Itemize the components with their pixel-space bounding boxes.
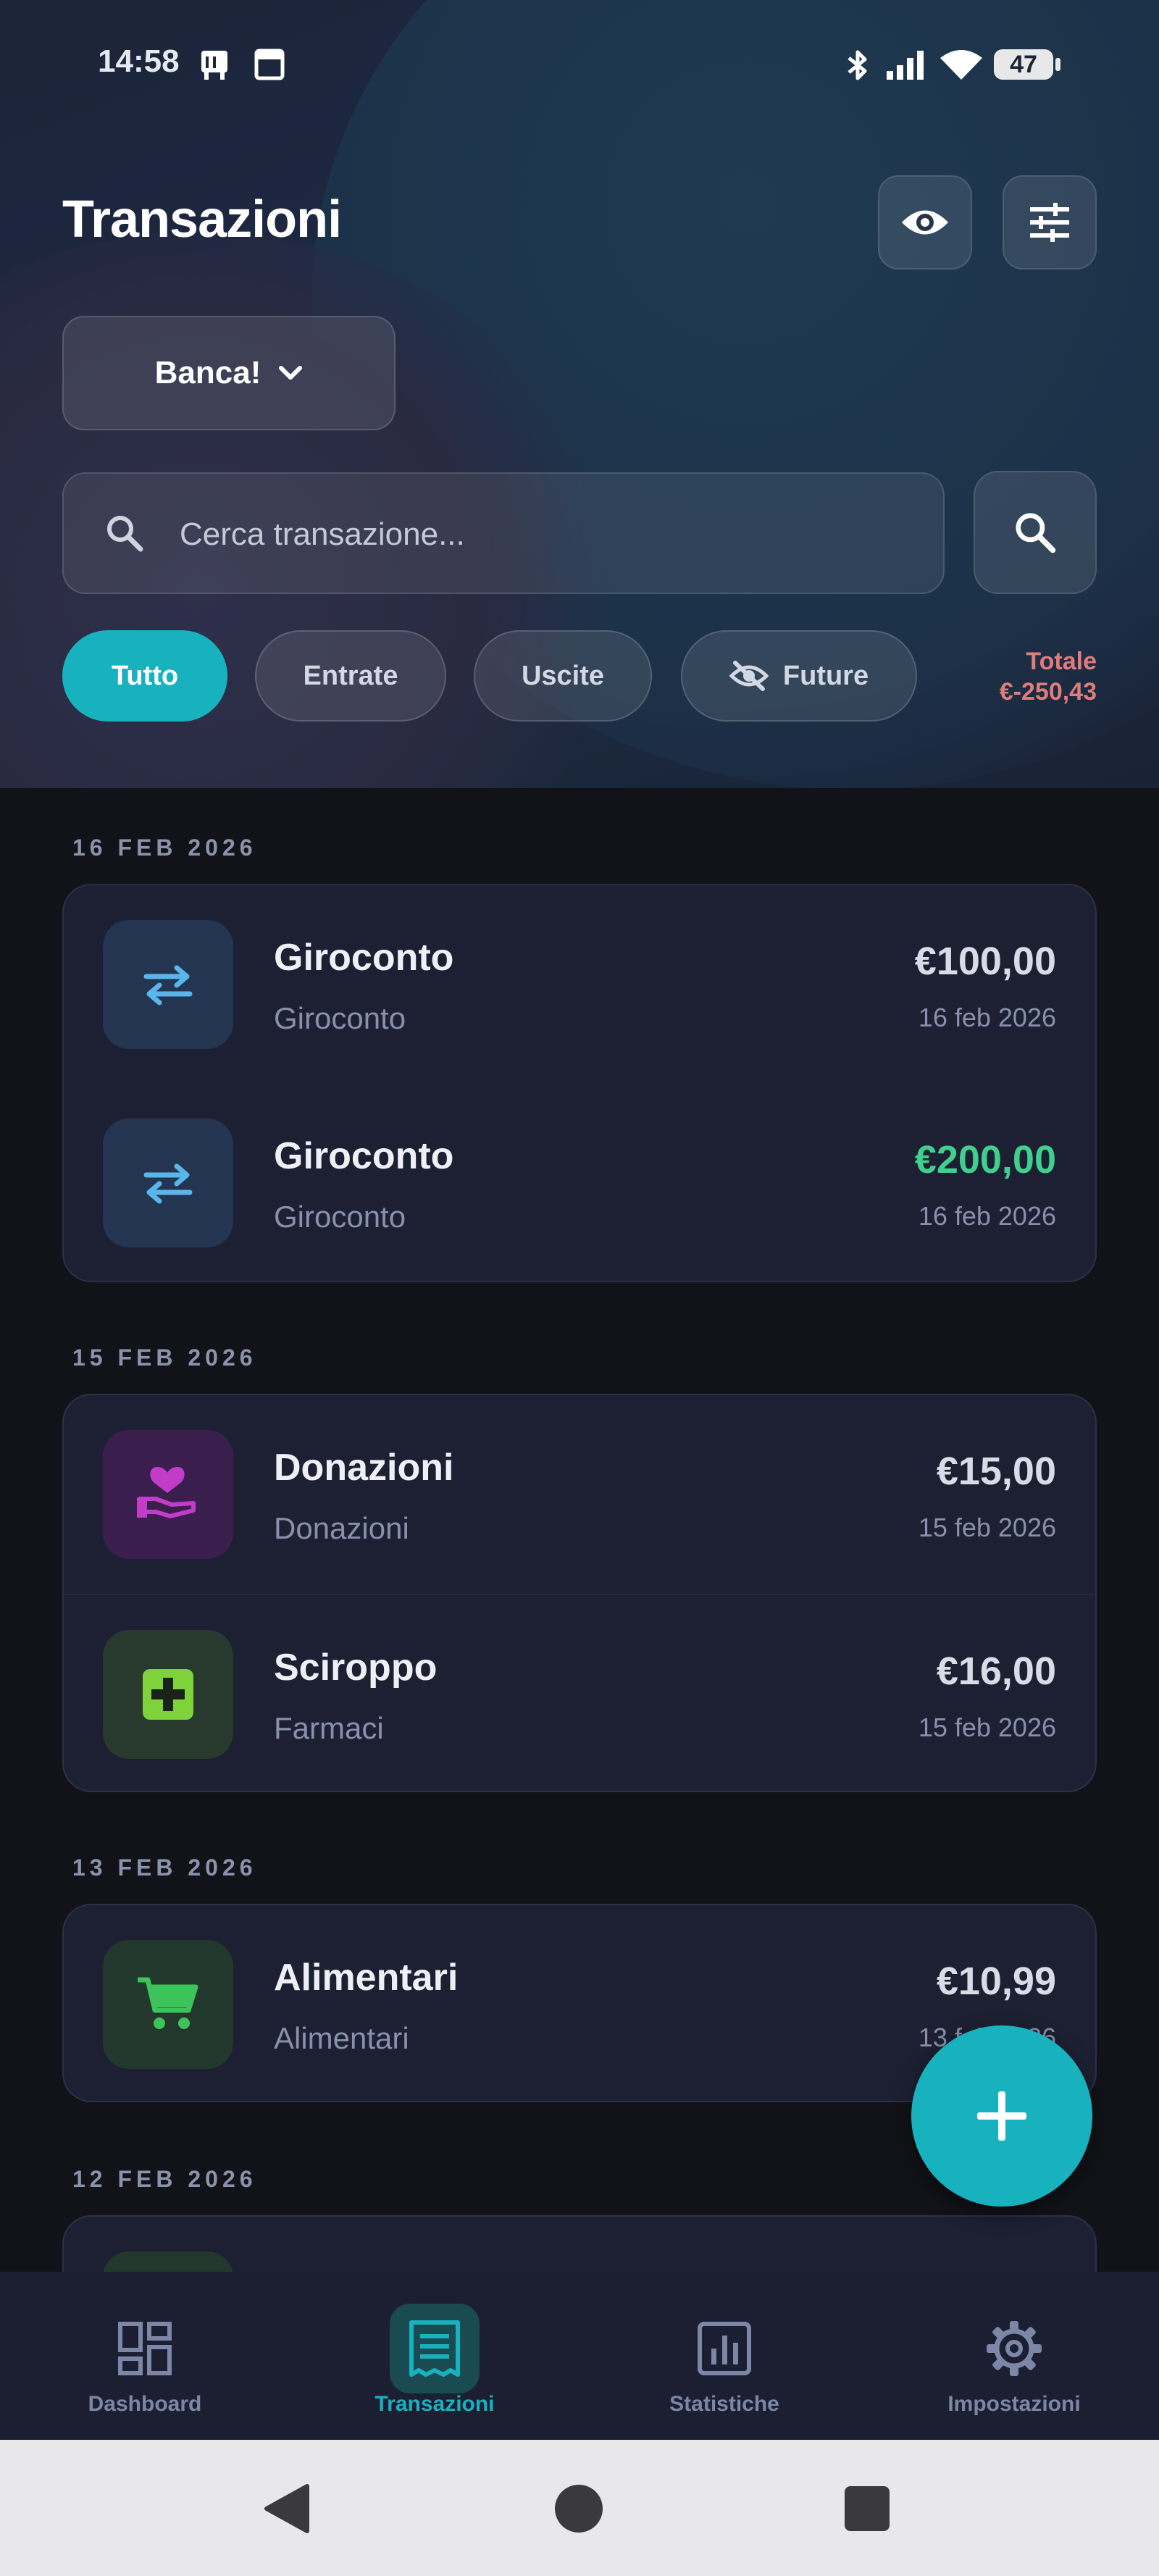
page-title: Transazioni [62, 191, 342, 248]
transaction-row[interactable]: Sciroppo Farmaci €16,00 15 feb 2026 [64, 1594, 1095, 1791]
notification-icon [254, 49, 285, 80]
nav-item-label: Statistiche [669, 2392, 779, 2416]
filter-chip-tutto[interactable]: Tutto [62, 630, 227, 722]
tune-icon [1030, 203, 1069, 242]
transaction-row[interactable]: Donazioni Donazioni €15,00 15 feb 2026 [64, 1395, 1095, 1594]
status-bar: 14:58 47 [0, 43, 1159, 87]
filter-chip-uscite[interactable]: Uscite [474, 630, 652, 722]
nav-item-statistiche[interactable]: Statistiche [580, 2272, 869, 2440]
date-group-label: 13 FEB 2026 [72, 1854, 257, 1881]
bottom-navigation: Dashboard Transazioni Statistiche Impost… [0, 2272, 1159, 2440]
cart-icon [138, 1977, 198, 2029]
filter-chip-future[interactable]: Future [681, 630, 917, 722]
transaction-amount: €200,00 [914, 1138, 1056, 1182]
search-input[interactable] [178, 503, 905, 566]
transfer-icon [143, 965, 193, 1005]
transaction-amount: €10,99 [936, 1960, 1056, 2003]
transaction-name: Alimentari [274, 1957, 459, 1999]
category-tile [103, 920, 233, 1049]
transaction-category: Alimentari [274, 2021, 409, 2055]
category-tile [103, 1630, 233, 1759]
transaction-category: Giroconto [274, 1200, 406, 1234]
nav-item-label: Impostazioni [947, 2392, 1081, 2416]
filter-chip-entrate[interactable]: Entrate [255, 630, 446, 722]
date-group-label: 15 FEB 2026 [72, 1345, 257, 1371]
transaction-date: 16 feb 2026 [918, 1003, 1056, 1032]
transaction-name: Giroconto [274, 937, 454, 979]
eye-icon [902, 210, 948, 235]
battery-indicator: 47 [994, 49, 1060, 80]
nav-item-label: Dashboard [88, 2392, 202, 2416]
transaction-amount: €16,00 [936, 1649, 1056, 1693]
total-value: €-250,43 [999, 678, 1097, 706]
category-tile [103, 1940, 233, 2069]
medical-cross-icon [143, 1669, 193, 1720]
transaction-name: Sciroppo [274, 1647, 438, 1689]
recents-icon[interactable] [843, 2485, 891, 2533]
transaction-category: Farmaci [274, 1711, 384, 1745]
search-bar [62, 472, 945, 594]
bluetooth-icon [848, 50, 867, 80]
date-group-label: 12 FEB 2026 [72, 2166, 257, 2192]
nav-item-dashboard[interactable]: Dashboard [0, 2272, 290, 2440]
transaction-amount: €15,00 [936, 1450, 1056, 1493]
search-icon [107, 516, 143, 552]
nav-item-label: Transazioni [375, 2392, 495, 2416]
search-icon [1016, 513, 1056, 553]
toggle-visibility-button[interactable] [878, 175, 972, 269]
transaction-group-card: Giroconto Giroconto €100,00 16 feb 2026 … [62, 884, 1097, 1282]
transaction-row[interactable]: Giroconto Giroconto €200,00 16 feb 2026 [64, 1084, 1095, 1281]
header: 14:58 47 Transazioni Banca! Cerca transa… [0, 0, 1159, 788]
total-label: Totale [1026, 648, 1097, 675]
transaction-date: 15 feb 2026 [918, 1713, 1056, 1742]
account-selector[interactable]: Banca! [62, 316, 396, 430]
transaction-category: Giroconto [274, 1001, 406, 1035]
wifi-icon [940, 50, 982, 80]
transaction-group-card: Donazioni Donazioni €15,00 15 feb 2026 S… [62, 1394, 1097, 1792]
transaction-date: 15 feb 2026 [918, 1513, 1056, 1542]
category-tile [103, 1118, 233, 1247]
back-icon[interactable] [262, 2483, 313, 2534]
account-selector-label: Banca! [154, 355, 261, 390]
filter-settings-button[interactable] [1003, 175, 1097, 269]
eye-off-icon [729, 661, 769, 691]
status-time: 14:58 [98, 43, 180, 79]
add-transaction-button[interactable] [911, 2025, 1092, 2207]
transfer-icon [143, 1163, 193, 1204]
gear-icon [987, 2321, 1042, 2376]
transaction-amount: €100,00 [914, 940, 1056, 983]
filter-chip-label: Entrate [303, 660, 398, 691]
filter-chip-label: Uscite [521, 660, 605, 691]
chart-icon [698, 2322, 751, 2375]
total-summary: Totale €-250,43 [1000, 646, 1097, 707]
nav-item-impostazioni[interactable]: Impostazioni [869, 2272, 1159, 2440]
transaction-name: Donazioni [274, 1447, 454, 1489]
plus-icon [977, 2091, 1026, 2141]
dashboard-icon [118, 2322, 172, 2375]
home-icon[interactable] [553, 2483, 604, 2534]
chevron-down-icon [279, 366, 303, 380]
date-group-label: 16 FEB 2026 [72, 835, 257, 861]
transaction-category: Donazioni [274, 1511, 409, 1545]
receipt-icon [409, 2320, 460, 2377]
filter-chip-label: Future [782, 660, 869, 691]
category-tile [103, 1430, 233, 1559]
notification-icon [201, 51, 227, 80]
nav-item-transazioni[interactable]: Transazioni [290, 2272, 580, 2440]
donation-icon [137, 1467, 196, 1518]
transaction-row[interactable]: Giroconto Giroconto €100,00 16 feb 2026 [64, 885, 1095, 1084]
signal-icon [887, 51, 924, 80]
search-button[interactable] [974, 471, 1097, 594]
transaction-name: Giroconto [274, 1135, 454, 1177]
filter-chip-label: Tutto [111, 660, 179, 691]
system-navigation-bar [0, 2440, 1159, 2576]
transaction-date: 16 feb 2026 [918, 1201, 1056, 1231]
